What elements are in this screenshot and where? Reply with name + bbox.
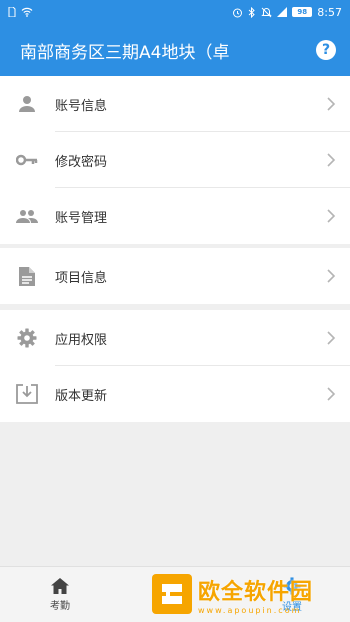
menu-item-label: 项目信息 [55,270,108,286]
wifi-icon [21,7,33,17]
mute-icon [261,7,273,18]
person-icon [16,93,38,115]
gear-icon [16,327,38,349]
menu-item-account-management[interactable]: 账号管理 [0,188,350,244]
menu-item-account-info[interactable]: 账号信息 [0,76,350,132]
clock: 8:57 [317,5,342,19]
chevron-right-icon [327,153,336,167]
menu-item-label: 账号管理 [55,210,108,226]
sim-card-icon [8,7,16,17]
download-icon [16,383,38,405]
tab-attendance[interactable]: 考勤 [0,567,120,622]
battery-level: 98 [292,7,313,17]
menu-item-label: 应用权限 [55,332,108,348]
watermark-url: www.apoupin.com [198,605,302,615]
project-group: 项目信息 [0,248,350,304]
chevron-right-icon [327,97,336,111]
signal-icon [277,7,288,17]
home-icon [51,578,69,594]
account-group: 账号信息 修改密码 账号管理 [0,76,350,244]
key-icon [16,149,38,171]
menu-item-label: 修改密码 [55,154,108,170]
chevron-right-icon [327,387,336,401]
document-icon [16,265,38,287]
chevron-right-icon [327,331,336,345]
chevron-right-icon [327,269,336,283]
people-icon [16,205,38,227]
menu-item-project-info[interactable]: 项目信息 [0,248,350,304]
tab-label: 考勤 [50,601,70,612]
app-bar: 南部商务区三期A4地块（卓 ? [0,24,350,76]
bluetooth-icon [248,6,256,18]
page-title: 南部商务区三期A4地块（卓 [20,42,230,63]
watermark-logo-icon [152,574,192,614]
watermark-text: 欧全软件园 [198,579,314,605]
menu-item-app-permissions[interactable]: 应用权限 [0,310,350,366]
menu-item-change-password[interactable]: 修改密码 [0,132,350,188]
help-button[interactable]: ? [316,40,336,60]
watermark: 欧全软件园 www.apoupin.com [152,570,342,618]
alarm-icon [232,7,243,18]
status-bar: 98 8:57 [0,0,350,24]
app-group: 应用权限 版本更新 [0,310,350,422]
menu-item-label: 账号信息 [55,98,108,114]
menu-item-version-update[interactable]: 版本更新 [0,366,350,422]
chevron-right-icon [327,209,336,223]
menu-item-label: 版本更新 [55,388,108,404]
